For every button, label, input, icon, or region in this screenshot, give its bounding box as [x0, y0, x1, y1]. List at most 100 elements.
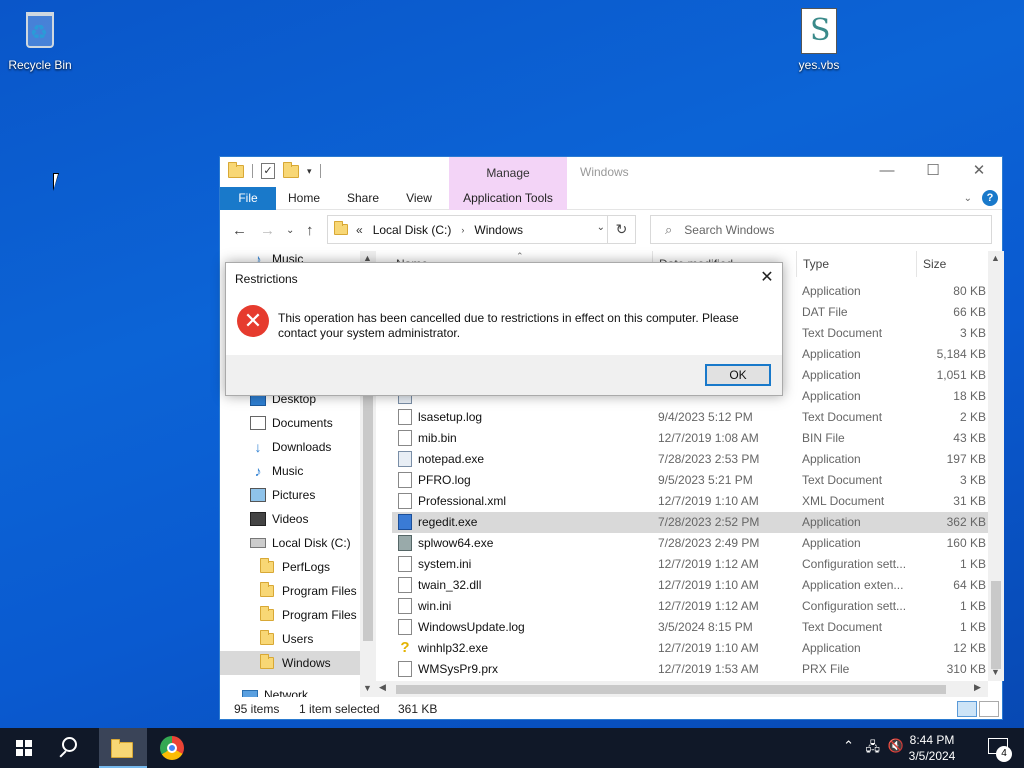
file-explorer-taskbar-button[interactable]	[99, 728, 147, 768]
file-row[interactable]: lsasetup.log 9/4/2023 5:12 PM Text Documen…	[392, 407, 988, 428]
nav-item-program-files-x86[interactable]: Program Files (	[220, 603, 360, 627]
file-name: notepad.exe	[418, 452, 485, 466]
scroll-up-icon[interactable]: ▲	[991, 253, 1000, 263]
up-arrow-icon[interactable]: ↑	[306, 222, 314, 239]
document-icon	[398, 493, 412, 509]
nav-item-perflogs[interactable]: PerfLogs	[220, 555, 360, 579]
recycle-bin-desktop-icon[interactable]: Recycle Bin	[0, 8, 80, 72]
nav-item-videos[interactable]: Videos	[250, 507, 376, 531]
file-type: Text Document	[802, 410, 883, 424]
network-status-icon[interactable]: 🖧	[866, 738, 881, 760]
nav-item-pictures[interactable]: Pictures	[250, 483, 376, 507]
address-prefix[interactable]: «	[356, 223, 363, 237]
nav-item-users[interactable]: Users	[220, 627, 360, 651]
file-list-scrollbar[interactable]: ▲ ▼	[988, 251, 1004, 681]
minimize-button[interactable]: —	[864, 157, 910, 187]
tab-view[interactable]: View	[401, 187, 437, 210]
file-type: Text Document	[802, 326, 883, 340]
search-input[interactable]	[684, 222, 965, 237]
new-folder-icon[interactable]	[283, 161, 299, 178]
document-icon	[398, 661, 412, 677]
search-taskbar-button[interactable]	[48, 728, 96, 768]
search-icon: ⌕	[665, 221, 673, 237]
column-size[interactable]: Size	[916, 251, 946, 277]
file-type: DAT File	[802, 305, 848, 319]
search-box[interactable]: ⌕	[650, 215, 992, 244]
start-button[interactable]	[0, 728, 48, 768]
file-size: 362 KB	[946, 515, 986, 529]
ok-button[interactable]: OK	[705, 364, 771, 386]
scroll-right-icon[interactable]: ▶	[974, 682, 981, 693]
file-size: 80 KB	[953, 284, 986, 298]
file-row[interactable]: regedit.exe 7/28/2023 2:52 PM Application 3…	[392, 512, 988, 533]
file-row[interactable]: WindowsUpdate.log 3/5/2024 8:15 PM Text Do…	[392, 617, 988, 638]
tab-home[interactable]: Home	[284, 187, 324, 210]
refresh-icon[interactable]: ↻	[607, 216, 635, 243]
file-row[interactable]: notepad.exe 7/28/2023 2:53 PM Application 1…	[392, 449, 988, 470]
large-icons-view-icon[interactable]	[979, 701, 999, 717]
tab-share[interactable]: Share	[342, 187, 384, 210]
file-row[interactable]: mib.bin 12/7/2019 1:08 AM BIN File 43 KB	[392, 428, 988, 449]
error-icon: ✕	[237, 305, 269, 337]
file-size: 2 KB	[959, 410, 986, 424]
dialog-close-icon[interactable]: ✕	[752, 263, 782, 293]
file-list-scroll-thumb[interactable]	[991, 581, 1001, 669]
maximize-button[interactable]: ☐	[910, 157, 956, 187]
file-row[interactable]: twain_32.dll 12/7/2019 1:10 AM Application…	[392, 575, 988, 596]
file-name: regedit.exe	[418, 515, 478, 529]
folder-icon	[260, 582, 274, 597]
tab-file[interactable]: File	[220, 187, 276, 210]
file-size: 66 KB	[953, 305, 986, 319]
breadcrumb-windows[interactable]: Windows	[474, 223, 523, 237]
details-view-icon[interactable]	[957, 701, 977, 717]
scroll-down-icon[interactable]: ▼	[363, 683, 372, 693]
file-row[interactable]: system.ini 12/7/2019 1:12 AM Configuration…	[392, 554, 988, 575]
file-row[interactable]: ? winhlp32.exe 12/7/2019 1:10 AM Applicatio…	[392, 638, 988, 659]
column-type[interactable]: Type	[796, 251, 829, 277]
close-button[interactable]: ✕	[956, 157, 1002, 187]
horizontal-scrollbar[interactable]: ◀ ▶	[376, 681, 988, 697]
file-date: 12/7/2019 1:53 AM	[658, 662, 759, 676]
address-dropdown-icon[interactable]: ⌄	[597, 222, 605, 233]
file-row[interactable]: splwow64.exe 7/28/2023 2:49 PM Application…	[392, 533, 988, 554]
recycle-bin-icon	[20, 8, 60, 54]
file-size: 5,184 KB	[936, 347, 986, 361]
nav-item-music[interactable]: ♪ Music	[250, 459, 376, 483]
file-row[interactable]: PFRO.log 9/5/2023 5:21 PM Text Document 3 K…	[392, 470, 988, 491]
expand-ribbon-icon[interactable]: ⌄	[964, 193, 972, 204]
customize-qat-icon[interactable]: ▾	[307, 166, 312, 177]
address-bar[interactable]: « Local Disk (C:) › Windows ⌄ ↻	[327, 215, 636, 244]
help-icon[interactable]: ?	[982, 190, 998, 206]
folder-icon	[334, 221, 348, 235]
file-date: 12/7/2019 1:12 AM	[658, 557, 759, 571]
file-name: lsasetup.log	[418, 410, 483, 424]
nav-item-local-disk[interactable]: Local Disk (C:)	[250, 531, 376, 555]
breadcrumb-local-disk[interactable]: Local Disk (C:)	[373, 223, 452, 237]
properties-icon[interactable]: ✓	[261, 163, 275, 179]
yes-vbs-desktop-icon[interactable]: yes.vbs	[779, 8, 859, 72]
scroll-down-icon[interactable]: ▼	[991, 667, 1000, 677]
file-date: 3/5/2024 8:15 PM	[658, 620, 753, 634]
forward-arrow-icon[interactable]: →	[260, 222, 275, 239]
scroll-left-icon[interactable]: ◀	[379, 682, 386, 693]
recent-locations-icon[interactable]: ⌄	[286, 225, 294, 236]
file-size: 310 KB	[946, 662, 986, 676]
file-name: win.ini	[418, 599, 452, 613]
horizontal-scroll-thumb[interactable]	[396, 685, 946, 694]
file-type: Application	[802, 368, 861, 382]
file-row[interactable]: WMSysPr9.prx 12/7/2019 1:53 AM PRX File 310…	[392, 659, 988, 680]
breadcrumb-separator-icon[interactable]: ›	[461, 225, 464, 235]
nav-item-program-files[interactable]: Program Files	[220, 579, 360, 603]
nav-item-documents[interactable]: Documents	[250, 411, 376, 435]
nav-item-windows[interactable]: Windows	[220, 651, 360, 675]
file-row[interactable]: Professional.xml 12/7/2019 1:10 AM XML Doc…	[392, 491, 988, 512]
nav-item-network[interactable]: Network	[242, 683, 376, 697]
file-type: Application	[802, 641, 861, 655]
show-hidden-icons-icon[interactable]: ⌃	[843, 738, 854, 754]
file-type: Text Document	[802, 620, 883, 634]
clock[interactable]: 8:44 PM 3/5/2024	[902, 732, 962, 764]
file-row[interactable]: win.ini 12/7/2019 1:12 AM Configuration se…	[392, 596, 988, 617]
tab-application-tools[interactable]: Application Tools	[449, 187, 567, 210]
nav-item-downloads[interactable]: ↓ Downloads	[250, 435, 376, 459]
back-arrow-icon[interactable]: ←	[232, 222, 247, 239]
